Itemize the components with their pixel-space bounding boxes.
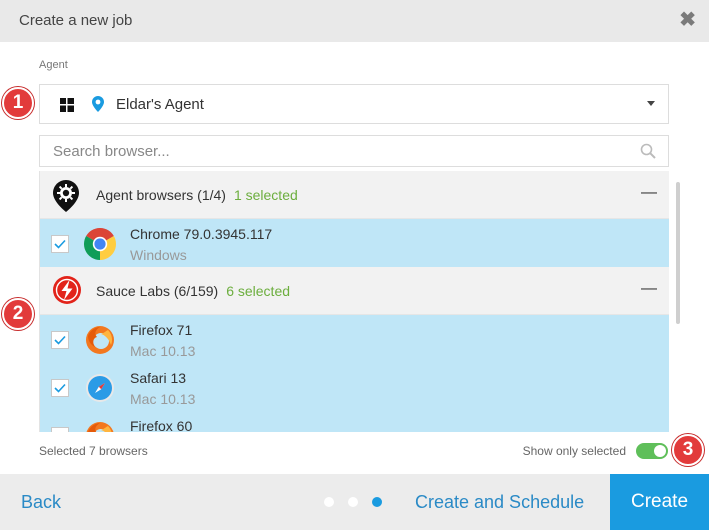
agent-pin-icon xyxy=(52,179,80,218)
dialog-actions: Back Create and Schedule Create xyxy=(0,474,709,530)
create-and-schedule-button[interactable]: Create and Schedule xyxy=(415,492,584,513)
browser-row[interactable]: Chrome 79.0.3945.117 Windows xyxy=(40,219,669,267)
collapse-icon[interactable]: — xyxy=(641,184,657,202)
browser-row[interactable]: Firefox 60 xyxy=(40,411,669,432)
sauce-labs-icon xyxy=(52,275,82,310)
group-title: Sauce Labs (6/159) 6 selected xyxy=(96,283,290,299)
browser-name: Firefox 60 xyxy=(130,418,193,432)
browser-list[interactable]: Agent browsers (1/4) 1 selected — Chrome … xyxy=(39,171,669,432)
search-browser-field xyxy=(39,135,669,167)
toggle-knob xyxy=(654,445,666,457)
step-dot-active xyxy=(372,497,382,507)
browser-os: Mac 10.13 xyxy=(130,343,196,359)
browser-os: Windows xyxy=(130,247,187,263)
chevron-down-icon xyxy=(647,101,655,106)
map-pin-icon xyxy=(92,96,104,117)
checkbox[interactable] xyxy=(51,235,69,253)
step-dot xyxy=(348,497,358,507)
selected-count: 1 selected xyxy=(233,187,298,203)
close-icon[interactable]: ✖ xyxy=(679,10,696,30)
checkbox[interactable] xyxy=(51,331,69,349)
back-button[interactable]: Back xyxy=(21,492,61,513)
show-only-selected-label: Show only selected xyxy=(522,444,626,458)
group-name: Sauce Labs (6/159) xyxy=(96,283,219,299)
search-input[interactable] xyxy=(40,136,630,166)
agent-label: Agent xyxy=(39,59,68,71)
group-name: Agent browsers (1/4) xyxy=(96,187,226,203)
create-button[interactable]: Create xyxy=(610,474,709,530)
agent-dropdown[interactable]: Eldar's Agent xyxy=(39,84,669,124)
check-icon xyxy=(54,239,66,249)
check-icon xyxy=(54,383,66,393)
safari-icon xyxy=(84,372,116,409)
checkbox[interactable] xyxy=(51,427,69,432)
browser-os: Mac 10.13 xyxy=(130,391,196,407)
step-dot xyxy=(324,497,334,507)
dialog-titlebar: Create a new job ✖ xyxy=(0,0,709,42)
chrome-icon xyxy=(83,227,117,265)
selection-footer: Selected 7 browsers Show only selected xyxy=(39,443,669,459)
browser-name: Firefox 71 xyxy=(130,322,193,338)
browser-name: Safari 13 xyxy=(130,370,187,386)
group-sauce-labs: Sauce Labs (6/159) 6 selected — xyxy=(40,267,669,315)
callout-badge: 2 xyxy=(2,298,34,330)
firefox-icon xyxy=(84,420,116,432)
browser-row[interactable]: Firefox 71 Mac 10.13 xyxy=(40,315,669,363)
create-job-dialog: Create a new job ✖ Agent Eldar's Agent A… xyxy=(0,0,709,530)
search-icon[interactable] xyxy=(640,143,656,164)
group-title: Agent browsers (1/4) 1 selected xyxy=(96,187,298,203)
check-icon xyxy=(64,431,65,432)
firefox-icon xyxy=(84,324,116,361)
check-icon xyxy=(54,335,66,345)
collapse-icon[interactable]: — xyxy=(641,280,657,298)
selected-count: 6 selected xyxy=(226,283,291,299)
show-only-selected-toggle[interactable] xyxy=(636,443,668,459)
dialog-title: Create a new job xyxy=(19,12,133,29)
selected-count-label: Selected 7 browsers xyxy=(39,444,148,458)
browser-row[interactable]: Safari 13 Mac 10.13 xyxy=(40,363,669,411)
browser-name: Chrome 79.0.3945.117 xyxy=(130,226,273,242)
checkbox[interactable] xyxy=(51,379,69,397)
windows-icon xyxy=(60,98,74,117)
group-agent-browsers: Agent browsers (1/4) 1 selected — xyxy=(40,171,669,219)
list-scrollbar[interactable] xyxy=(676,182,680,324)
callout-badge: 1 xyxy=(2,87,34,119)
callout-badge: 3 xyxy=(672,434,704,466)
agent-name: Eldar's Agent xyxy=(116,96,204,113)
